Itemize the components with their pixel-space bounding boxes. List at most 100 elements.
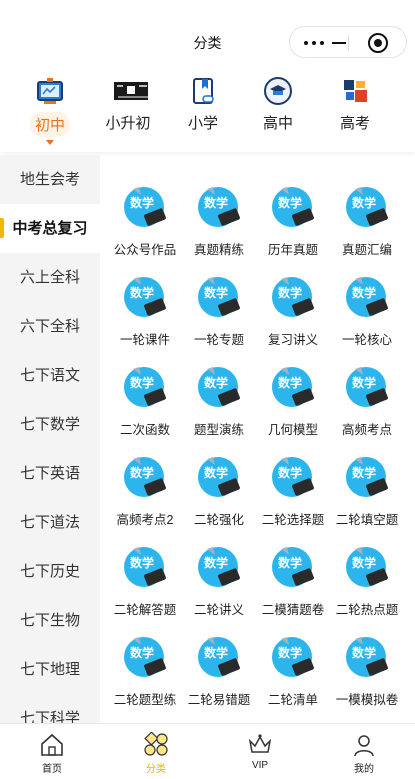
math-book-icon: 数学 [198,367,240,407]
resource-item[interactable]: 数学 二轮讲义 [180,523,258,617]
resource-item[interactable]: 数学 二轮选择题 [254,433,332,527]
tab-mine[interactable]: 我的 [312,724,415,779]
badge-text: 数学 [204,285,228,300]
badge-text: 数学 [352,195,376,210]
math-book-icon: 数学 [124,367,166,407]
resource-item[interactable]: 数学 题型演练 [180,343,258,437]
badge-text: 数学 [278,285,302,300]
tab-chuzhong[interactable]: 初中 [10,76,90,146]
resource-item[interactable]: 数学 公众号作品 [106,163,184,257]
math-book-icon: 数学 [124,637,166,677]
close-icon[interactable] [368,33,388,53]
badge-text: 数学 [204,375,228,390]
badge-text: 数学 [204,645,228,660]
tab-category[interactable]: 分类 [104,724,208,779]
sidebar-item[interactable]: 七下科学 [0,694,100,723]
crown-icon [248,734,272,753]
active-caret [46,140,54,145]
badge-text: 数学 [130,375,154,390]
math-book-icon: 数学 [272,277,314,317]
badge-text: 数学 [130,285,154,300]
book-icon [193,78,214,104]
nav-bar: 分类 [0,0,415,64]
resource-item[interactable]: 数学 一轮核心 [328,253,406,347]
badge-text: 数学 [278,555,302,570]
tab-xiaoshengchu[interactable]: 小升初 [88,76,168,146]
sidebar-item[interactable]: 六下全科 [0,302,100,351]
badge-text: 数学 [130,195,154,210]
tab-label: 小升初 [105,115,151,132]
category-sidebar[interactable]: 地生会考 中考总复习 六上全科 六下全科 七下语文 七下数学 七下英语 七下道法 七下历史 七下生… [0,155,100,723]
tab-gaokao[interactable]: 高考 [315,76,395,146]
math-book-icon: 数学 [346,637,388,677]
resource-item[interactable]: 数学 二轮题型练 [106,613,184,707]
sidebar-item[interactable]: 七下生物 [0,596,100,645]
resource-item[interactable]: 数学 一模模拟卷 [328,613,406,707]
resource-item[interactable]: 数学 二轮解答题 [106,523,184,617]
math-book-icon: 数学 [346,547,388,587]
math-book-icon: 数学 [272,367,314,407]
math-book-icon: 数学 [272,457,314,497]
badge-text: 数学 [278,645,302,660]
resource-item[interactable]: 数学 二次函数 [106,343,184,437]
math-book-icon: 数学 [124,277,166,317]
resource-item[interactable]: 数学 二轮填空题 [328,433,406,527]
tab-xiaoxue[interactable]: 小学 [163,76,243,146]
resource-item[interactable]: 数学 一轮专题 [180,253,258,347]
badge-text: 数学 [204,465,228,480]
sidebar-item[interactable]: 中考总复习 [0,204,100,253]
sidebar-item[interactable]: 七下英语 [0,449,100,498]
badge-text: 数学 [204,555,228,570]
tab-home[interactable]: 首页 [0,724,104,779]
resource-item[interactable]: 数学 一轮课件 [106,253,184,347]
tab-label: 高考 [339,115,370,132]
sidebar-item[interactable]: 六上全科 [0,253,100,302]
tab-vip[interactable]: VIP [208,724,312,779]
tab-label: 我的 [354,764,374,775]
badge-text: 数学 [352,285,376,300]
tab-gaozhong[interactable]: 高中 [238,76,318,146]
math-book-icon: 数学 [198,547,240,587]
tab-label: 首页 [42,764,62,775]
resource-item[interactable]: 数学 二轮热点题 [328,523,406,617]
more-icon[interactable] [304,41,326,46]
user-icon [354,735,374,757]
resource-item[interactable]: 数学 历年真题 [254,163,332,257]
math-book-icon: 数学 [198,457,240,497]
badge-text: 数学 [278,375,302,390]
tab-label: 初中 [30,112,70,137]
math-book-icon: 数学 [198,187,240,227]
minimize-icon[interactable] [332,42,346,44]
sidebar-item[interactable]: 地生会考 [0,155,100,204]
badge-text: 数学 [352,645,376,660]
resource-item[interactable]: 数学 高频考点 [328,343,406,437]
tab-label: 小学 [187,115,218,132]
math-book-icon: 数学 [198,637,240,677]
math-book-icon: 数学 [124,457,166,497]
math-book-icon: 数学 [198,277,240,317]
resource-item[interactable]: 数学 二轮易错题 [180,613,258,707]
resource-item[interactable]: 数学 真题精练 [180,163,258,257]
resource-item[interactable]: 数学 二轮清单 [254,613,332,707]
math-book-icon: 数学 [124,187,166,227]
math-book-icon: 数学 [346,277,388,317]
math-book-icon: 数学 [346,187,388,227]
badge-text: 数学 [130,645,154,660]
badge-text: 数学 [352,555,376,570]
menu-capsule [289,26,407,58]
tab-label: 分类 [146,764,166,775]
resource-item[interactable]: 数学 真题汇编 [328,163,406,257]
sidebar-item[interactable]: 七下地理 [0,645,100,694]
sidebar-item[interactable]: 七下道法 [0,498,100,547]
resource-item[interactable]: 数学 二轮强化 [180,433,258,527]
classroom-icon [114,82,148,100]
sidebar-item[interactable]: 七下历史 [0,547,100,596]
resource-item[interactable]: 数学 高频考点2 [106,433,184,527]
badge-text: 数学 [278,195,302,210]
resource-item[interactable]: 数学 复习讲义 [254,253,332,347]
resource-item[interactable]: 数学 二模猜题卷 [254,523,332,617]
sidebar-item[interactable]: 七下语文 [0,351,100,400]
tab-label: VIP [251,760,269,771]
sidebar-item[interactable]: 七下数学 [0,400,100,449]
resource-item[interactable]: 数学 几何模型 [254,343,332,437]
